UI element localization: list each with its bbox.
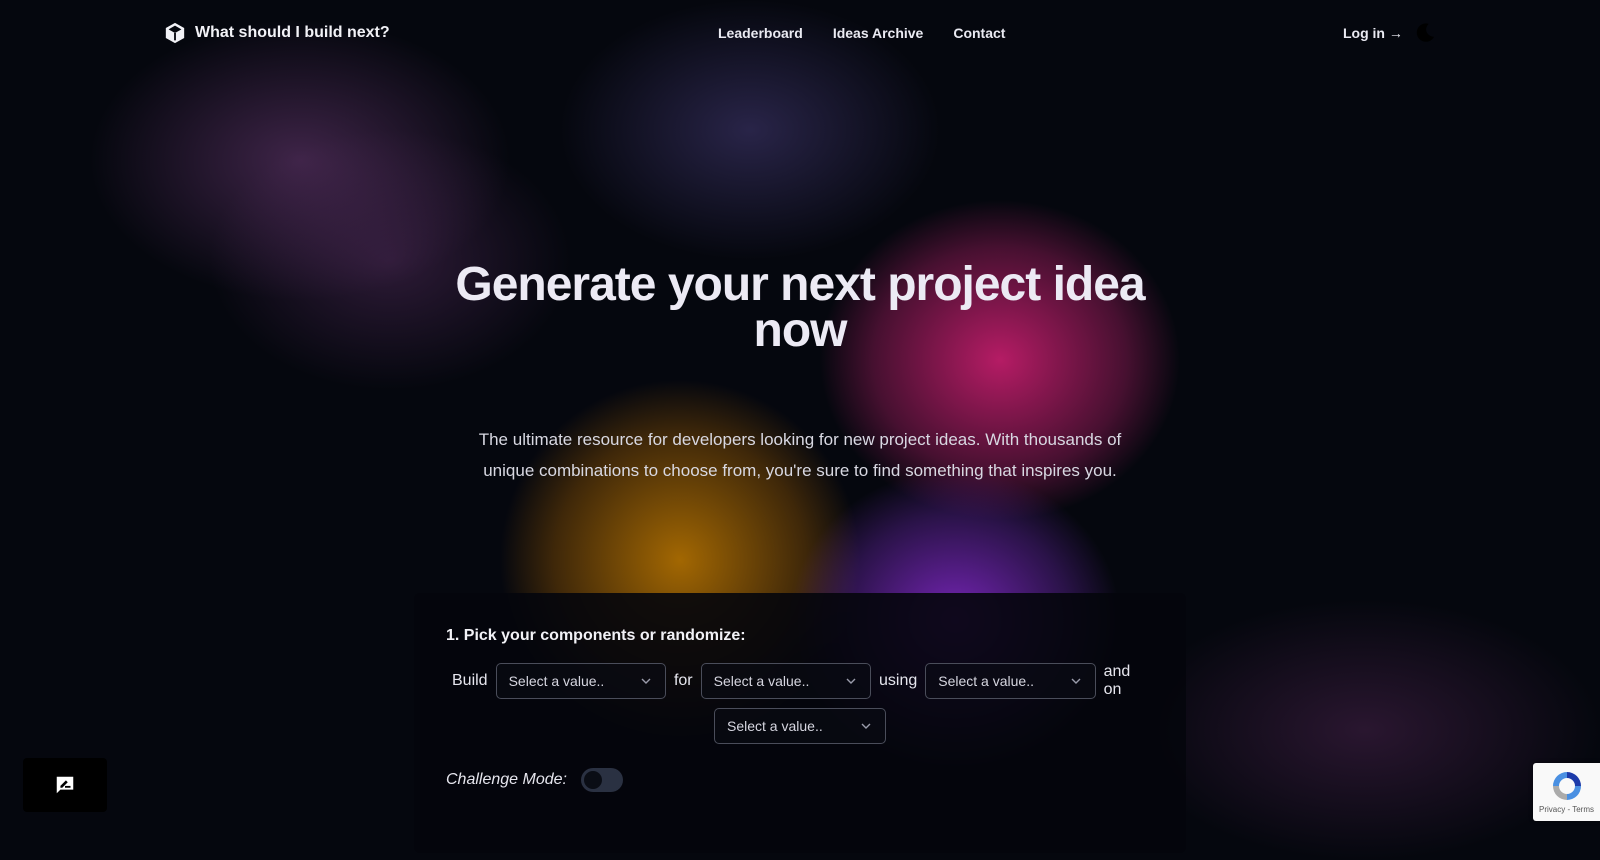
word-build: Build bbox=[452, 672, 488, 689]
word-for: for bbox=[673, 672, 693, 689]
brand-link[interactable]: What should I build next? bbox=[164, 22, 390, 44]
word-using: using bbox=[879, 672, 918, 689]
chevron-down-icon bbox=[1071, 678, 1081, 684]
select-placeholder: Select a value.. bbox=[713, 673, 810, 689]
nav-leaderboard[interactable]: Leaderboard bbox=[718, 25, 803, 41]
login-link[interactable]: Log in → bbox=[1343, 25, 1403, 41]
build-select[interactable]: Select a value.. bbox=[495, 663, 666, 699]
main-nav: Leaderboard Ideas Archive Contact bbox=[718, 25, 1005, 41]
idea-builder-panel: 1. Pick your components or randomize: Bu… bbox=[414, 593, 1186, 853]
chevron-down-icon bbox=[846, 678, 856, 684]
challenge-mode-label: Challenge Mode: bbox=[446, 771, 567, 788]
nav-ideas-archive[interactable]: Ideas Archive bbox=[833, 25, 924, 41]
recaptcha-badge[interactable]: Privacy - Terms bbox=[1533, 763, 1600, 821]
recaptcha-links[interactable]: Privacy - Terms bbox=[1539, 805, 1594, 814]
using-select[interactable]: Select a value.. bbox=[925, 663, 1096, 699]
chevron-down-icon bbox=[641, 678, 651, 684]
hero-subtitle: The ultimate resource for developers loo… bbox=[478, 430, 1122, 480]
feedback-button[interactable] bbox=[23, 758, 107, 812]
feedback-icon bbox=[56, 776, 74, 794]
challenge-mode-toggle[interactable] bbox=[580, 768, 623, 792]
platform-select[interactable]: Select a value.. bbox=[714, 708, 886, 744]
page-title: Generate your next project idea now bbox=[455, 258, 1145, 357]
brand-name: What should I build next? bbox=[195, 24, 390, 41]
for-select[interactable]: Select a value.. bbox=[700, 663, 871, 699]
select-placeholder: Select a value.. bbox=[508, 673, 605, 689]
challenge-mode: Challenge Mode: bbox=[446, 768, 623, 792]
component-row: Build Select a value.. for Select a valu… bbox=[452, 663, 1152, 699]
chevron-down-icon bbox=[861, 723, 871, 729]
nav-contact[interactable]: Contact bbox=[953, 25, 1005, 41]
recaptcha-icon bbox=[1552, 772, 1581, 800]
select-placeholder: Select a value.. bbox=[727, 718, 823, 734]
top-navbar: What should I build next? Leaderboard Id… bbox=[0, 0, 1600, 70]
cube-icon bbox=[165, 22, 185, 44]
background-glow bbox=[1130, 600, 1600, 860]
step-label: 1. Pick your components or randomize: bbox=[446, 627, 746, 644]
toggle-knob bbox=[583, 771, 602, 789]
word-and-on: and on bbox=[1103, 663, 1131, 698]
select-placeholder: Select a value.. bbox=[938, 673, 1034, 689]
moon-icon[interactable] bbox=[1414, 22, 1436, 44]
